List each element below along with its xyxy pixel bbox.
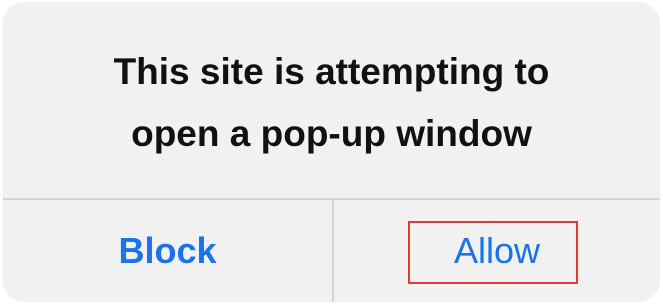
popup-blocker-dialog: This site is attempting to open a pop-up…	[3, 2, 660, 302]
dialog-message-line-2: open a pop-up window	[131, 113, 532, 154]
block-button[interactable]: Block	[3, 200, 332, 302]
allow-button[interactable]: Allow	[334, 200, 660, 302]
dialog-message-line-1: This site is attempting to	[113, 51, 550, 92]
dialog-message: This site is attempting to open a pop-up…	[3, 2, 660, 198]
